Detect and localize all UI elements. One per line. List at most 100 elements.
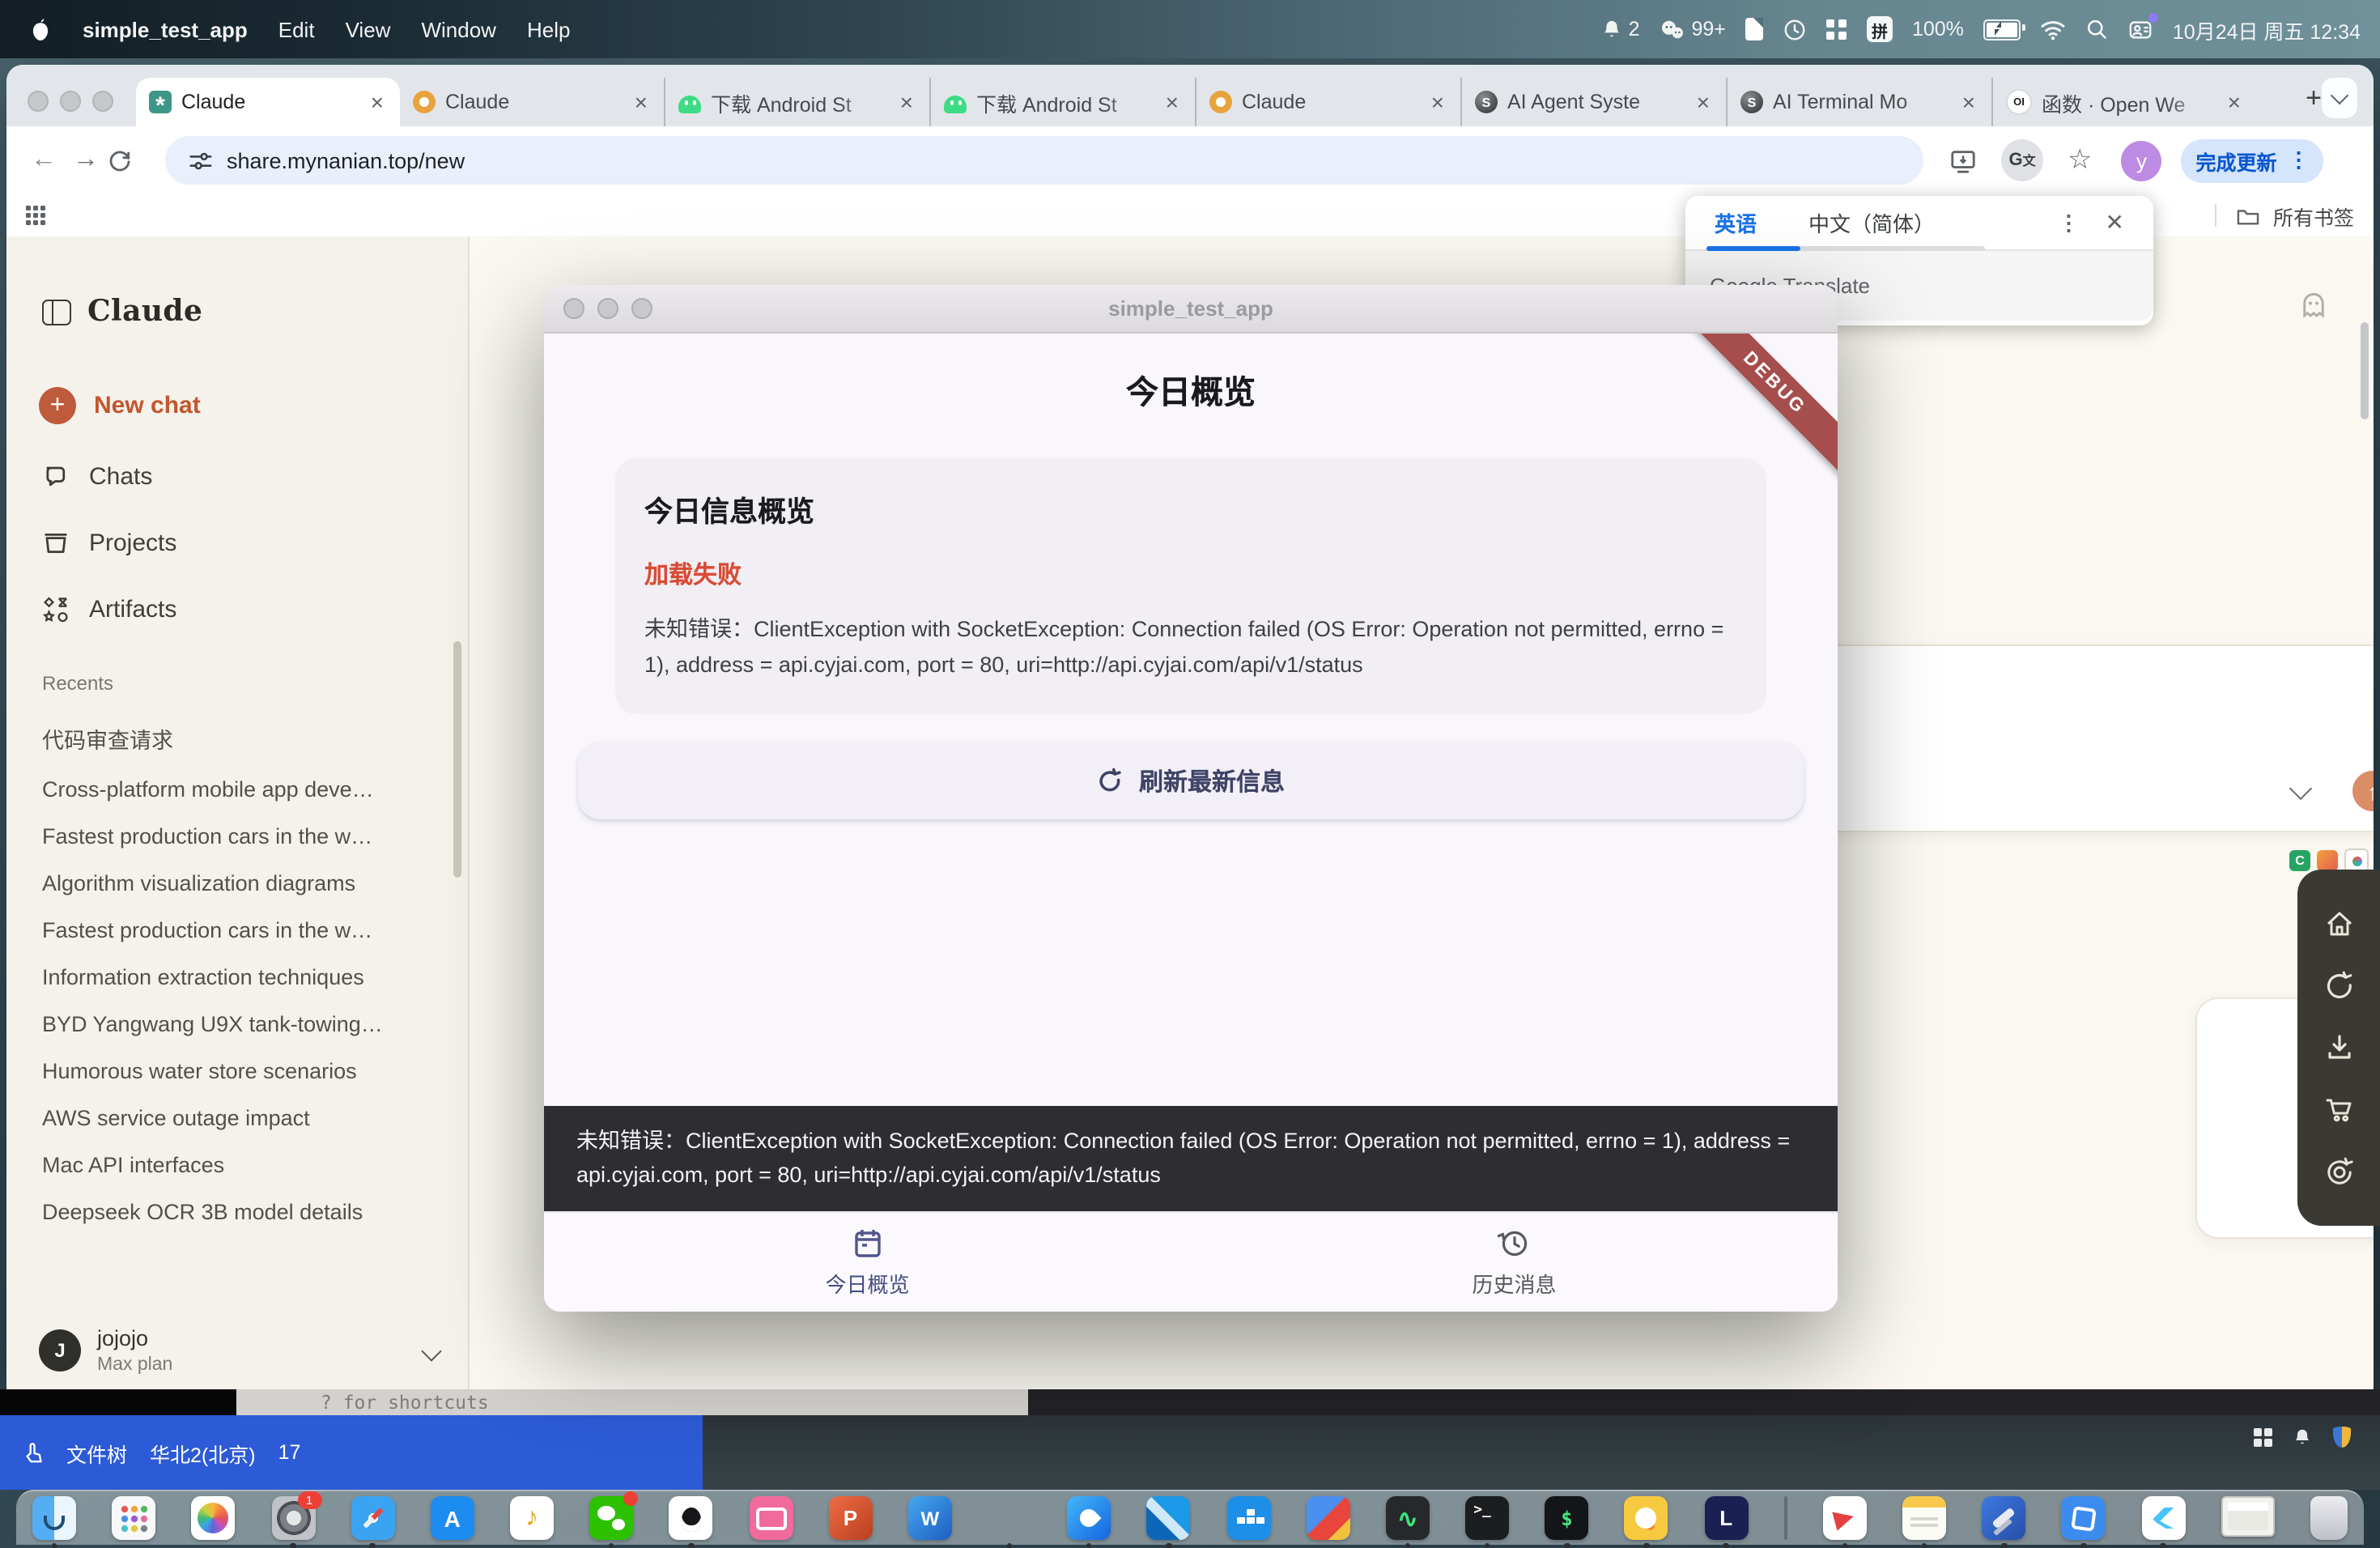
dock-item[interactable] bbox=[1465, 1496, 1509, 1548]
zoom-window-button[interactable] bbox=[92, 91, 113, 112]
recent-chat[interactable]: BYD Yangwang U9X tank-towing… bbox=[6, 1001, 468, 1048]
browser-tab[interactable]: AI Terminal Mo × bbox=[1726, 78, 1991, 126]
forward-button[interactable]: → bbox=[65, 146, 107, 175]
page-scrollbar[interactable] bbox=[2361, 322, 2369, 419]
dock-item[interactable] bbox=[1226, 1496, 1270, 1540]
status-item-count[interactable]: 17 bbox=[278, 1441, 301, 1464]
status-item-region[interactable]: 华北2(北京) bbox=[150, 1437, 256, 1468]
recent-chat[interactable]: Algorithm visualization diagrams bbox=[6, 860, 468, 907]
search-icon[interactable] bbox=[2085, 18, 2108, 40]
menubar-menu-window[interactable]: Window bbox=[421, 17, 496, 41]
dock-item[interactable] bbox=[749, 1496, 793, 1540]
update-chrome-button[interactable]: 完成更新 ⋮ bbox=[2182, 138, 2324, 182]
dock-item[interactable] bbox=[2062, 1496, 2106, 1548]
connector-icon[interactable]: C bbox=[2289, 850, 2310, 871]
browser-tab[interactable]: AI Agent Syste × bbox=[1460, 78, 1726, 126]
dock-item[interactable] bbox=[1307, 1496, 1350, 1540]
menubar-app-name[interactable]: simple_test_app bbox=[83, 17, 248, 41]
recent-chat[interactable]: Humorous water store scenarios bbox=[6, 1048, 468, 1095]
dock-item[interactable] bbox=[1386, 1496, 1430, 1548]
ghost-icon[interactable] bbox=[2299, 291, 2328, 321]
address-bar[interactable]: share.mynanian.top/new bbox=[165, 136, 1923, 185]
recent-chat[interactable]: Fastest production cars in the w… bbox=[6, 907, 468, 954]
remote-status-bar[interactable]: 文件树 华北2(北京) 17 bbox=[0, 1415, 703, 1490]
tab-close-icon[interactable]: × bbox=[368, 91, 387, 113]
recent-chat[interactable]: AWS service outage impact bbox=[6, 1095, 468, 1142]
wifi-icon[interactable] bbox=[2040, 19, 2066, 40]
recent-chat[interactable]: Deepseek OCR 3B model details bbox=[6, 1189, 468, 1235]
dock-item[interactable] bbox=[2141, 1496, 2185, 1548]
browser-tab[interactable]: 函数 · Open We × bbox=[1991, 78, 2257, 126]
browser-tab[interactable]: Claude × bbox=[400, 78, 664, 126]
claude-logo[interactable]: Claude bbox=[87, 295, 202, 329]
dock-item[interactable] bbox=[192, 1496, 236, 1540]
new-chat-button[interactable]: + New chat bbox=[39, 387, 468, 424]
user-menu[interactable]: J jojojo Max plan bbox=[6, 1326, 468, 1377]
translate-tab-source[interactable]: 英语 bbox=[1715, 207, 1757, 238]
menubar-menu-view[interactable]: View bbox=[346, 17, 391, 41]
browser-menu-icon[interactable]: ⋮ bbox=[2289, 147, 2310, 173]
status-item-filetree[interactable]: 文件树 bbox=[66, 1437, 127, 1468]
dock-item[interactable] bbox=[1704, 1496, 1748, 1548]
sidebar-item-projects[interactable]: Projects bbox=[42, 529, 468, 557]
window-manager-icon[interactable] bbox=[1826, 19, 1847, 40]
all-bookmarks[interactable]: 所有书签 bbox=[2215, 200, 2354, 231]
sidebar-scrollbar[interactable] bbox=[453, 641, 461, 878]
sidebar-item-chats[interactable]: Chats bbox=[42, 463, 468, 491]
tab-search-button[interactable] bbox=[2322, 78, 2357, 118]
dock-item[interactable] bbox=[32, 1496, 76, 1548]
translate-tab-target[interactable]: 中文（简体） bbox=[1808, 207, 1935, 238]
dock-item[interactable] bbox=[1625, 1496, 1668, 1548]
dock-item[interactable] bbox=[2310, 1496, 2348, 1540]
dock-item[interactable] bbox=[1147, 1496, 1191, 1548]
dock-item[interactable] bbox=[669, 1496, 713, 1548]
shield-icon[interactable] bbox=[2333, 1427, 2351, 1448]
reload-button[interactable] bbox=[107, 147, 149, 173]
apps-grid-icon[interactable] bbox=[26, 206, 45, 225]
menubar-menu-help[interactable]: Help bbox=[527, 17, 571, 41]
tab-close-icon[interactable]: × bbox=[2225, 91, 2244, 113]
tab-close-icon[interactable]: × bbox=[1162, 91, 1182, 113]
connector-icon[interactable] bbox=[2317, 850, 2338, 871]
sidebar-toggle-icon[interactable] bbox=[42, 299, 71, 325]
user-switch-icon[interactable] bbox=[2127, 17, 2153, 41]
dock-item[interactable] bbox=[1545, 1496, 1589, 1548]
tab-close-icon[interactable]: × bbox=[1428, 91, 1447, 113]
tab-history-messages[interactable]: 历史消息 bbox=[1191, 1213, 1838, 1312]
dock-item[interactable] bbox=[112, 1496, 155, 1540]
back-button[interactable]: ← bbox=[23, 146, 65, 175]
recent-chat[interactable]: Fastest production cars in the w… bbox=[6, 813, 468, 860]
tune-icon[interactable] bbox=[188, 148, 212, 172]
dock-item[interactable] bbox=[988, 1496, 1031, 1548]
input-method-icon[interactable]: 拼 bbox=[1867, 16, 1893, 42]
refresh-button[interactable]: 刷新最新信息 bbox=[578, 742, 1804, 819]
grid-icon[interactable] bbox=[2254, 1428, 2272, 1446]
sidebar-item-artifacts[interactable]: Artifacts bbox=[42, 596, 468, 623]
close-window-button[interactable] bbox=[28, 91, 49, 112]
dock-item[interactable] bbox=[2221, 1496, 2275, 1537]
notification-status[interactable]: 2 bbox=[1601, 18, 1640, 40]
dock-item[interactable] bbox=[431, 1496, 474, 1540]
dock-item[interactable] bbox=[589, 1496, 633, 1548]
translate-options-icon[interactable]: ⋮ bbox=[2049, 210, 2089, 236]
dock-item[interactable] bbox=[1784, 1496, 1787, 1540]
minimize-window-button[interactable] bbox=[60, 91, 81, 112]
tab-close-icon[interactable]: × bbox=[1694, 91, 1713, 113]
recent-chat[interactable]: 代码审查请求 bbox=[6, 711, 468, 766]
history-clock-icon[interactable] bbox=[1783, 17, 1807, 41]
home-icon[interactable] bbox=[2323, 908, 2355, 941]
install-app-icon[interactable] bbox=[1949, 147, 1977, 174]
app-titlebar[interactable]: simple_test_app bbox=[544, 285, 1838, 334]
dock-item[interactable] bbox=[1067, 1496, 1111, 1548]
battery-icon[interactable] bbox=[1983, 19, 2021, 40]
apple-icon[interactable] bbox=[29, 16, 52, 42]
dock-item[interactable] bbox=[1983, 1496, 2026, 1548]
new-tab-button[interactable]: + bbox=[2306, 83, 2322, 115]
translate-close-icon[interactable]: ✕ bbox=[2106, 209, 2124, 236]
tab-close-icon[interactable]: × bbox=[1959, 91, 1978, 113]
notebook-icon[interactable] bbox=[1745, 18, 1763, 40]
dock-item[interactable] bbox=[510, 1496, 554, 1540]
menubar-menu-edit[interactable]: Edit bbox=[278, 17, 315, 41]
cart-icon[interactable] bbox=[2323, 1093, 2355, 1125]
bookmark-star-icon[interactable]: ☆ bbox=[2068, 144, 2093, 176]
